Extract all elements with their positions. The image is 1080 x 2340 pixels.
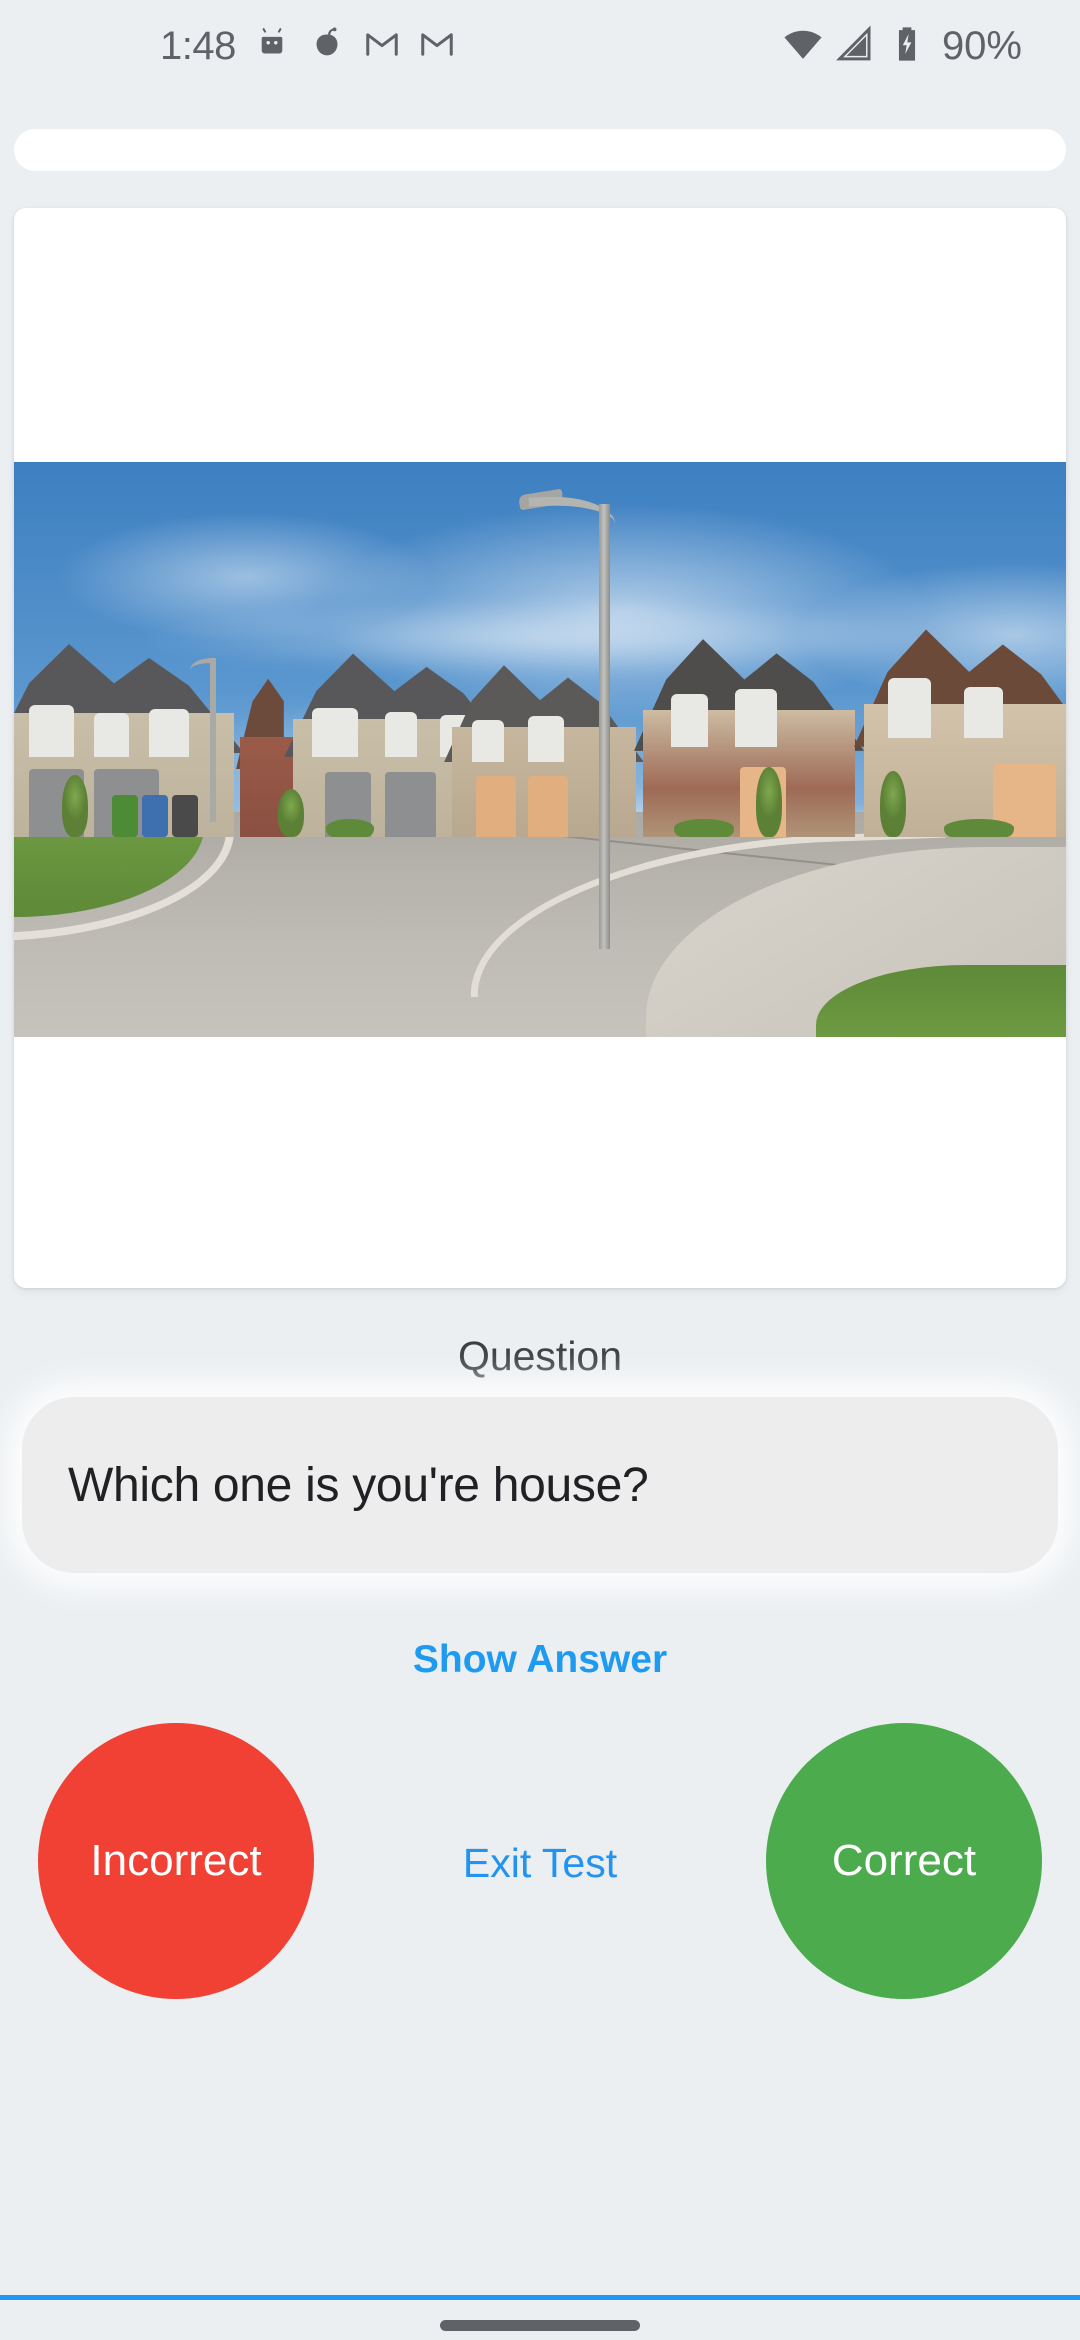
question-text: Which one is you're house?: [68, 1458, 649, 1512]
status-bar: 1:48 90%: [0, 0, 1080, 92]
android-icon: [253, 25, 291, 68]
window: [385, 711, 418, 758]
trash-bin: [142, 795, 168, 837]
window: [29, 705, 74, 757]
bottom-divider: [0, 2295, 1080, 2300]
cellular-signal-icon: [834, 23, 876, 70]
window: [528, 715, 564, 763]
house: [634, 632, 864, 837]
garage-door: [385, 772, 436, 837]
question-label: Question: [457, 1333, 623, 1379]
house: [444, 659, 644, 837]
grading-actions: Incorrect Exit Test Correct: [0, 1723, 1080, 2011]
tree: [756, 767, 782, 837]
garage-door: [476, 776, 516, 837]
flashcard-photo: [14, 462, 1066, 1037]
tree: [278, 789, 304, 837]
show-answer-button[interactable]: Show Answer: [0, 1638, 1080, 1682]
trash-bin: [172, 795, 198, 837]
question-card[interactable]: Which one is you're house?: [22, 1397, 1058, 1573]
gesture-nav-pill[interactable]: [440, 2320, 640, 2331]
window: [670, 693, 708, 747]
acorn-icon: [308, 25, 346, 68]
tree: [62, 775, 88, 837]
window: [472, 719, 504, 763]
shrub: [326, 819, 374, 837]
tree: [880, 771, 906, 837]
top-pill-bar: [14, 129, 1066, 171]
street-lamp-pole: [599, 504, 610, 949]
street-lamp-pole: [210, 662, 216, 822]
gmail-icon: [418, 25, 456, 68]
correct-button[interactable]: Correct: [766, 1723, 1042, 1999]
garage-door: [528, 776, 568, 837]
status-bar-right: 90%: [782, 23, 1022, 70]
window: [94, 713, 129, 757]
window: [887, 677, 931, 739]
status-bar-left: 1:48: [0, 25, 456, 68]
trash-bin: [112, 795, 138, 837]
battery-charging-icon: [886, 23, 928, 70]
window: [964, 686, 1003, 739]
shrub: [944, 819, 1014, 837]
shrub: [674, 819, 734, 837]
window: [311, 707, 358, 758]
gmail-icon: [363, 25, 401, 68]
window: [149, 709, 189, 757]
wifi-icon: [782, 23, 824, 70]
house-row: [14, 627, 1066, 837]
battery-percentage: 90%: [941, 24, 1022, 68]
flashcard-image-card[interactable]: [14, 208, 1066, 1288]
status-clock: 1:48: [160, 24, 236, 68]
window: [735, 689, 777, 747]
